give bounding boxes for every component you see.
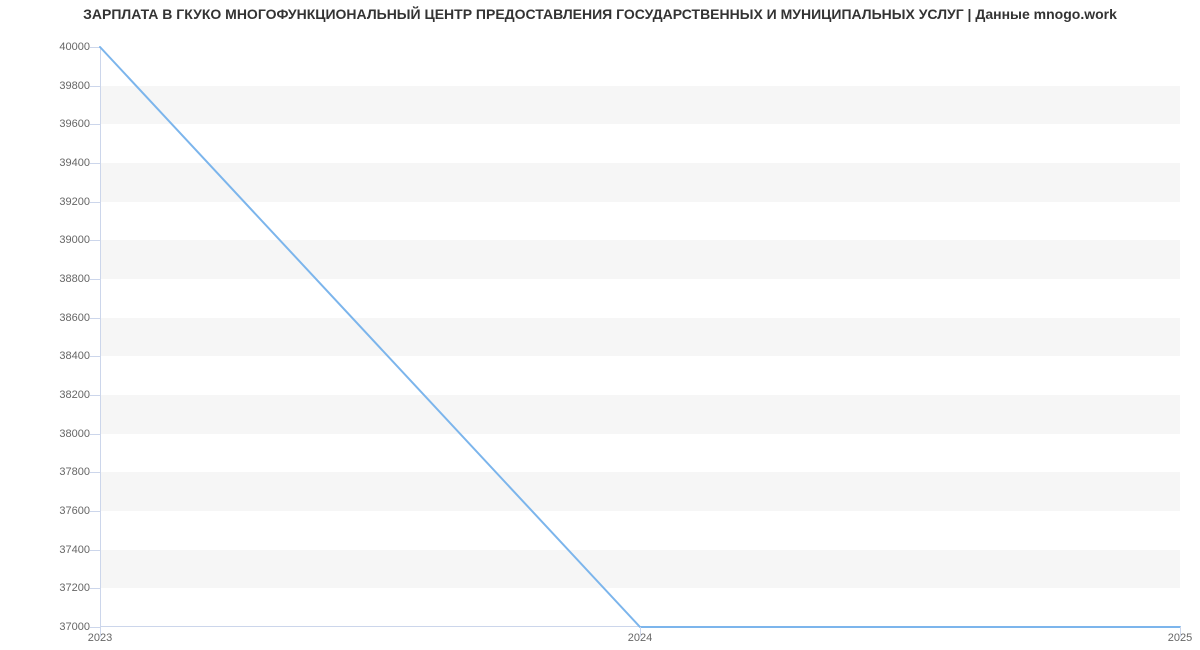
x-tick <box>1180 627 1181 637</box>
y-axis-label: 37400 <box>0 544 90 556</box>
y-tick <box>90 240 100 241</box>
y-tick <box>90 395 100 396</box>
y-tick <box>90 472 100 473</box>
x-tick <box>100 627 101 637</box>
y-axis-label: 38800 <box>0 273 90 285</box>
y-axis-label: 39800 <box>0 80 90 92</box>
chart-title: ЗАРПЛАТА В ГКУКО МНОГОФУНКЦИОНАЛЬНЫЙ ЦЕН… <box>0 6 1200 22</box>
y-tick <box>90 86 100 87</box>
y-tick <box>90 163 100 164</box>
y-axis-label: 38000 <box>0 428 90 440</box>
y-tick <box>90 202 100 203</box>
y-tick <box>90 279 100 280</box>
y-tick <box>90 550 100 551</box>
y-tick <box>90 318 100 319</box>
y-axis-label: 37800 <box>0 466 90 478</box>
y-axis-label: 38600 <box>0 312 90 324</box>
y-tick <box>90 627 100 628</box>
y-axis-label: 37200 <box>0 582 90 594</box>
y-axis-label: 39600 <box>0 118 90 130</box>
series-line <box>100 47 1180 627</box>
y-axis-label: 37600 <box>0 505 90 517</box>
y-tick <box>90 588 100 589</box>
y-axis-label: 37000 <box>0 621 90 633</box>
y-axis-label: 38400 <box>0 350 90 362</box>
y-tick <box>90 124 100 125</box>
chart-container: ЗАРПЛАТА В ГКУКО МНОГОФУНКЦИОНАЛЬНЫЙ ЦЕН… <box>0 0 1200 650</box>
plot-area <box>100 47 1180 627</box>
x-tick <box>640 627 641 637</box>
y-axis-label: 39000 <box>0 234 90 246</box>
y-tick <box>90 47 100 48</box>
chart-line-svg <box>100 47 1180 627</box>
y-tick <box>90 511 100 512</box>
y-axis-label: 40000 <box>0 41 90 53</box>
y-axis-label: 39200 <box>0 196 90 208</box>
y-tick <box>90 434 100 435</box>
y-axis-label: 38200 <box>0 389 90 401</box>
y-axis-label: 39400 <box>0 157 90 169</box>
y-tick <box>90 356 100 357</box>
